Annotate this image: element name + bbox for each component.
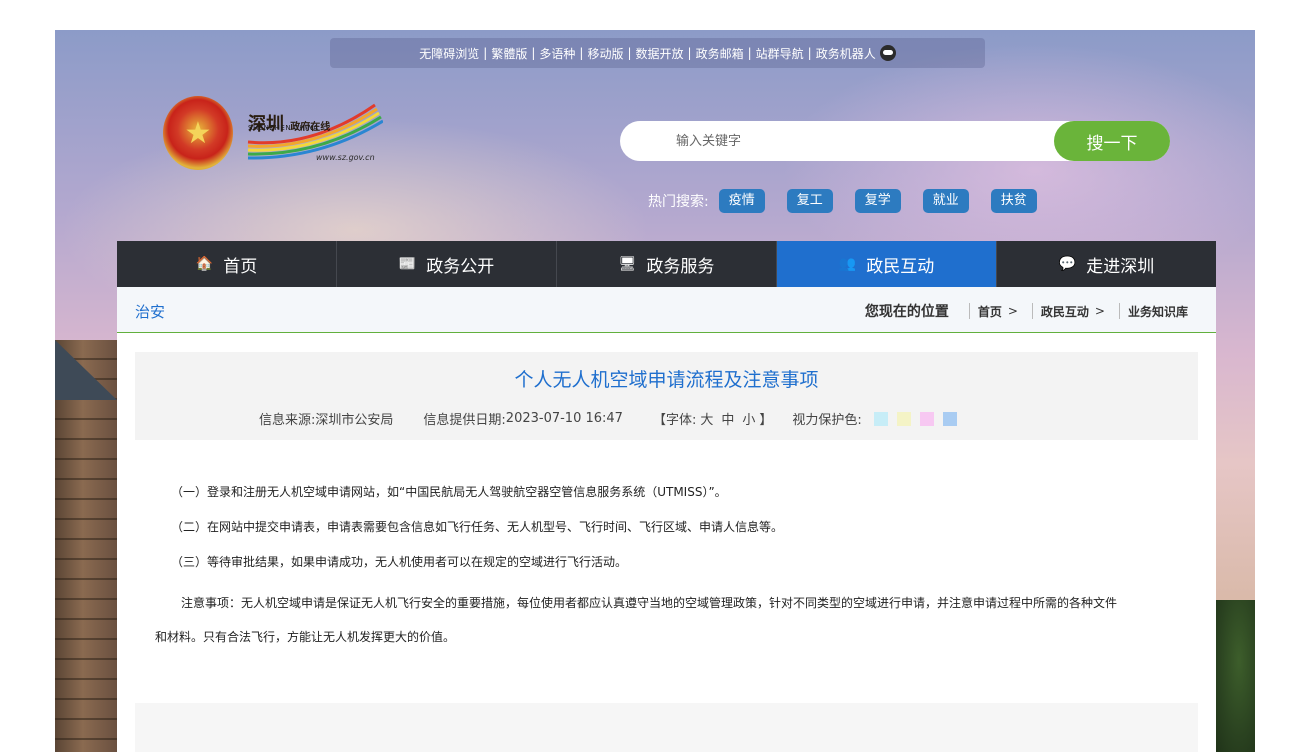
- tree-image: [1215, 600, 1255, 752]
- eyecare-swatch-blue[interactable]: [942, 411, 957, 426]
- nav-label: 政民互动: [866, 256, 935, 277]
- divider: [1031, 303, 1033, 319]
- logo-url: www.sz.gov.cn: [316, 153, 375, 162]
- nav-item-home[interactable]: 🏠 首页: [117, 241, 337, 287]
- article-panel: 个人无人机空域申请流程及注意事项 信息来源: 深圳市公安局 信息提供日期: 20…: [117, 333, 1216, 752]
- divider: [968, 303, 970, 319]
- eyecare-swatch-cyan[interactable]: [873, 411, 888, 426]
- article-title: 个人无人机空域申请流程及注意事项: [514, 369, 819, 391]
- breadcrumb-home[interactable]: 首页: [978, 303, 1002, 320]
- hot-tag-resume-school[interactable]: 复学: [854, 189, 901, 213]
- nav-label: 政务公开: [426, 256, 495, 277]
- font-large-button[interactable]: 大: [700, 409, 713, 428]
- hot-tag-employment[interactable]: 就业: [922, 189, 969, 213]
- font-small-button[interactable]: 小: [742, 409, 755, 428]
- hot-tag-epidemic[interactable]: 疫情: [718, 189, 765, 213]
- hot-tag-poverty[interactable]: 扶贫: [990, 189, 1037, 213]
- article-footer-strip: [135, 703, 1198, 752]
- logo-text-cn[interactable]: 深圳 政府在线: [248, 110, 330, 136]
- search-box: 搜一下: [620, 121, 1170, 161]
- nav-item-gov-affairs[interactable]: 📰 政务公开: [337, 241, 557, 287]
- breadcrumb-knowledge-base[interactable]: 业务知识库: [1128, 303, 1188, 320]
- arrow-icon: >: [1007, 304, 1018, 318]
- date-label: 信息提供日期:: [423, 413, 506, 428]
- font-medium-button[interactable]: 中: [721, 409, 734, 428]
- category-title: 治安: [135, 303, 166, 321]
- font-size-label: 【字体:: [652, 413, 697, 428]
- paragraph-step-3: （三）等待审批结果，如果申请成功，无人机使用者可以在规定的空域进行飞行活动。: [171, 555, 628, 569]
- home-icon: 🏠: [195, 256, 214, 272]
- paragraph-step-2: （二）在网站中提交申请表，申请表需要包含信息如飞行任务、无人机型号、飞行时间、飞…: [171, 520, 784, 534]
- top-link-site-nav[interactable]: 站群导航: [756, 45, 804, 62]
- date-value: 2023-07-10 16:47: [505, 411, 623, 426]
- nav-label: 走进深圳: [1086, 256, 1155, 277]
- building-roof: [55, 340, 117, 400]
- nav-label: 首页: [223, 256, 258, 277]
- top-link-accessibility[interactable]: 无障碍浏览: [419, 45, 479, 62]
- separator: |: [483, 46, 488, 60]
- eyecare-label: 视力保护色:: [792, 413, 862, 428]
- hot-search: 热门搜索: 疫情 复工 复学 就业 扶贫: [648, 189, 1059, 213]
- nav-item-interaction[interactable]: 👥 政民互动: [777, 241, 997, 287]
- top-link-open-data[interactable]: 数据开放: [636, 45, 684, 62]
- hot-tag-resume-work[interactable]: 复工: [786, 189, 833, 213]
- breadcrumb-bar: 治安 您现在的位置 首页 > 政民互动 > 业务知识库: [117, 287, 1216, 333]
- search-button[interactable]: 搜一下: [1054, 121, 1170, 161]
- article-meta: 信息来源: 深圳市公安局 信息提供日期: 2023-07-10 16:47 【字…: [259, 409, 966, 428]
- search-input[interactable]: [650, 121, 1050, 161]
- robot-icon[interactable]: [879, 45, 896, 61]
- building-image: [55, 340, 117, 752]
- source-value: 深圳市公安局: [315, 413, 394, 428]
- source-label: 信息来源:: [259, 413, 316, 428]
- eyecare-swatch-pink[interactable]: [919, 411, 934, 426]
- top-link-mail[interactable]: 政务邮箱: [696, 45, 744, 62]
- national-emblem-icon: ★: [163, 96, 233, 170]
- main-nav: 🏠 首页 📰 政务公开 🖥 政务服务 👥 政民互动 💬 走进深圳: [117, 241, 1216, 287]
- top-link-languages[interactable]: 多语种: [539, 45, 575, 62]
- news-icon: 📰: [398, 256, 417, 272]
- monitor-icon: 🖥: [618, 256, 637, 272]
- paragraph-step-1: （一）登录和注册无人机空域申请网站，如“中国民航局无人驾驶航空器空管信息服务系统…: [171, 485, 727, 499]
- separator: |: [687, 46, 692, 60]
- breadcrumb: 您现在的位置 首页 > 政民互动 > 业务知识库: [865, 301, 1188, 321]
- paragraph-notice: 注意事项：无人机空域申请是保证无人机飞行安全的重要措施，每位使用者都应认真遵守当…: [181, 596, 1118, 610]
- nav-item-gov-services[interactable]: 🖥 政务服务: [557, 241, 777, 287]
- paragraph-notice-cont: 和材料。只有合法飞行，方能让无人机发挥更大的价值。: [155, 630, 456, 644]
- separator: |: [579, 46, 584, 60]
- article-header: 个人无人机空域申请流程及注意事项 信息来源: 深圳市公安局 信息提供日期: 20…: [135, 352, 1198, 440]
- nav-item-about-shenzhen[interactable]: 💬 走进深圳: [997, 241, 1216, 287]
- chat-icon: 💬: [1058, 256, 1077, 272]
- hot-search-label: 热门搜索:: [648, 194, 709, 210]
- divider: [1118, 303, 1120, 319]
- nav-label: 政务服务: [646, 256, 715, 277]
- separator: |: [531, 46, 536, 60]
- users-icon: 👥: [838, 256, 857, 272]
- arrow-icon: >: [1094, 304, 1105, 318]
- font-size-close: 】: [759, 413, 773, 428]
- breadcrumb-interaction[interactable]: 政民互动: [1041, 303, 1089, 320]
- separator: |: [747, 46, 752, 60]
- separator: |: [807, 46, 812, 60]
- eyecare-swatch-yellow[interactable]: [896, 411, 911, 426]
- logo-text-en: SHENZHEN CHINA: [248, 124, 319, 132]
- separator: |: [627, 46, 632, 60]
- top-link-mobile[interactable]: 移动版: [587, 45, 623, 62]
- top-link-robot[interactable]: 政务机器人: [816, 45, 876, 62]
- top-links-bar: 无障碍浏览 | 繁體版 | 多语种 | 移动版 | 数据开放 | 政务邮箱 | …: [330, 38, 985, 68]
- top-link-traditional[interactable]: 繁體版: [491, 45, 527, 62]
- breadcrumb-label: 您现在的位置: [864, 304, 949, 320]
